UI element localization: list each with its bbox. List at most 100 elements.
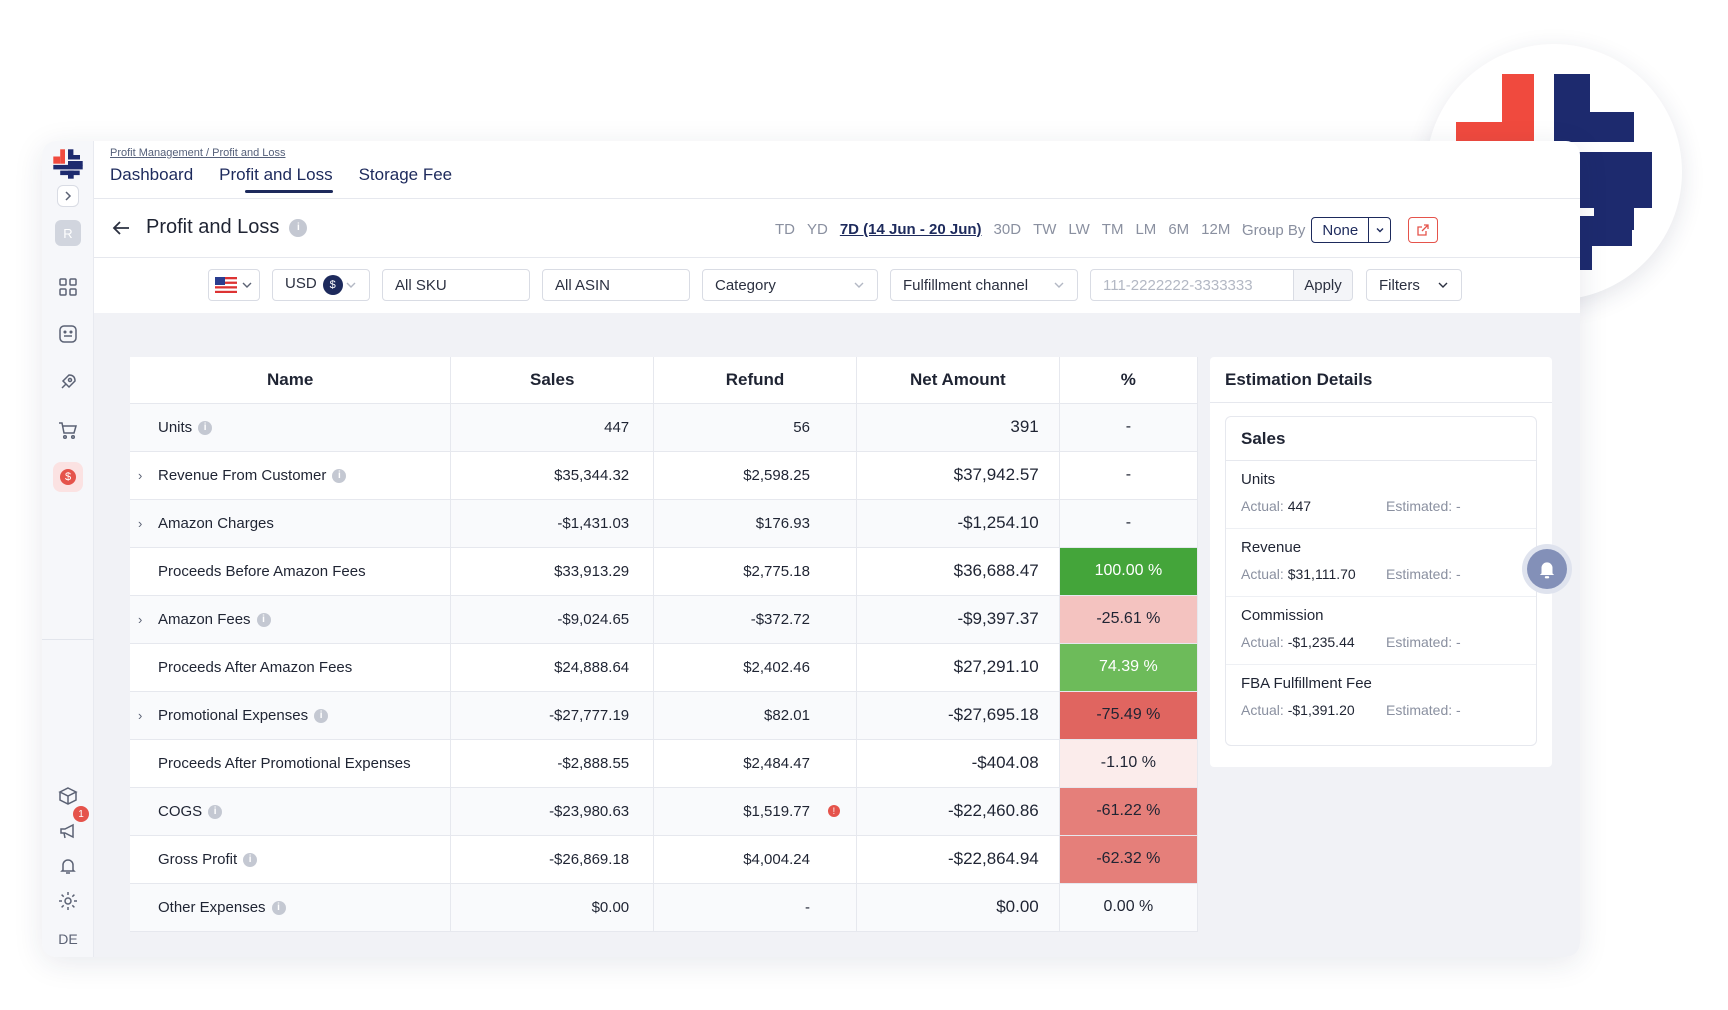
sidebar: R $ 1 DE [42,141,94,957]
rocket-icon[interactable] [53,367,83,397]
refund-value: 56 [793,418,810,436]
info-icon[interactable]: i [314,708,329,723]
bell-icon[interactable] [53,851,83,881]
order-id-input[interactable]: 111-2222222-3333333 [1090,269,1294,301]
dollar-icon[interactable]: $ [53,462,83,492]
row-label: Units [158,418,193,436]
category-value: Category [715,276,776,294]
period-lm[interactable]: LM [1135,221,1156,238]
info-icon[interactable]: i [198,420,213,435]
sales-cell: -$2,888.55 [450,739,655,788]
table-row[interactable]: › Promotional Expenses i -$27,777.19 $82.01 -… [130,691,1199,740]
tab-storage-fee[interactable]: Storage Fee [359,165,453,193]
currency-select[interactable]: USD $ [272,269,370,301]
info-icon[interactable]: i [208,804,223,819]
marketplace-select[interactable] [208,269,260,301]
filters-button[interactable]: Filters [1366,269,1462,301]
account-initials[interactable]: DE [53,924,83,954]
actual-value: Actual: -$1,235.44 [1241,634,1386,650]
info-icon[interactable]: i [332,468,347,483]
sales-cell: $24,888.64 [450,643,655,692]
currency-coin-icon: $ [322,275,343,295]
megaphone-icon[interactable]: 1 [53,806,89,846]
chevron-right-icon[interactable]: › [138,708,152,723]
actual-label: Actual: [1241,702,1284,718]
sku-filter[interactable]: All SKU [382,269,530,301]
fulfillment-channel-select[interactable]: Fulfillment channel [890,269,1078,301]
net-amount-cell: -$404.08 [856,739,1060,788]
actual-label: Actual: [1241,498,1284,514]
floating-bell-icon[interactable] [1527,549,1567,589]
table-body: Units i 447 56 391- › Revenue From Customer i $3… [130,403,1199,932]
header-divider [94,198,1580,199]
estimation-item: Commission Actual: -$1,235.44 Estimated: - [1226,597,1536,665]
period-12m[interactable]: 12M [1201,221,1230,238]
tab-bar: Dashboard Profit and Loss Storage Fee [110,165,452,193]
row-label: Proceeds Before Amazon Fees [158,562,366,580]
percent-cell: - [1059,499,1199,548]
table-row[interactable]: › Revenue From Customer i $35,344.32 $2,598.… [130,451,1199,500]
estimation-title: Estimation Details [1210,357,1552,403]
period-td[interactable]: TD [775,221,795,238]
info-icon[interactable]: i [289,218,308,237]
percent-cell: - [1059,451,1199,500]
chevron-right-icon[interactable]: › [138,468,152,483]
estimation-item-label: Units [1241,471,1276,488]
tab-dashboard[interactable]: Dashboard [110,165,193,193]
period-tw[interactable]: TW [1033,221,1056,238]
period-30d[interactable]: 30D [994,221,1022,238]
row-label: Proceeds After Amazon Fees [158,658,353,676]
asin-filter[interactable]: All ASIN [542,269,690,301]
table-row[interactable]: › Amazon Fees i -$9,024.65 -$372.72 -$9,397.3… [130,595,1199,644]
period-lw[interactable]: LW [1068,221,1089,238]
row-name-cell: › Amazon Fees i [130,595,452,644]
apply-button[interactable]: Apply [1293,269,1353,301]
info-icon[interactable]: i [243,852,258,867]
actual-amount: 447 [1287,498,1312,514]
tab-profit-and-loss[interactable]: Profit and Loss [219,165,333,193]
estimated-label: Estimated: [1386,498,1453,514]
user-icon[interactable]: R [55,220,81,246]
estimated-value: Estimated: - [1386,634,1461,650]
refund-cell: $4,004.24 [653,835,857,884]
chevron-right-icon[interactable] [57,185,79,207]
info-icon[interactable]: i [256,612,271,627]
table-row: Units i 447 56 391- [130,403,1199,452]
refund-cell: -$372.72 [653,595,857,644]
column-header-sales: Sales [450,357,655,404]
breadcrumb[interactable]: Profit Management / Profit and Loss [110,147,285,159]
group-by-value: None [1322,221,1359,239]
net-amount-cell: -$27,695.18 [856,691,1060,740]
group-by-select[interactable]: None [1311,217,1392,243]
sidebar-logo-icon[interactable] [53,149,83,179]
period-tm[interactable]: TM [1102,221,1124,238]
percent-cell: -62.32 % [1059,835,1199,884]
warning-icon[interactable]: ! [827,805,840,817]
export-button[interactable] [1408,217,1438,243]
period-6m[interactable]: 6M [1168,221,1189,238]
estimation-item: Units Actual: 447 Estimated: - [1226,461,1536,529]
percent-cell: 74.39 % [1059,643,1199,692]
filters-label: Filters [1379,276,1420,294]
row-name-cell: Proceeds After Amazon Fees [130,643,452,692]
net-amount-cell: -$22,864.94 [856,835,1060,884]
grid-icon[interactable] [53,272,83,302]
back-arrow-icon[interactable] [110,217,132,239]
chevron-right-icon[interactable]: › [138,612,152,627]
table-row[interactable]: › Amazon Charges -$1,431.03 $176.93 -$1,254.… [130,499,1199,548]
chevron-down-icon [242,282,252,288]
gear-icon[interactable] [53,886,83,916]
chat-icon[interactable] [53,319,83,349]
period-yd[interactable]: YD [807,221,828,238]
row-name-cell: Other Expenses i [130,883,452,932]
category-select[interactable]: Category [702,269,878,301]
period-7d[interactable]: 7D (14 Jun - 20 Jun) [840,221,982,238]
chevron-right-icon[interactable]: › [138,516,152,531]
row-name-cell: Units i [130,403,452,452]
table-row: Proceeds Before Amazon Fees $33,913.29 $2,… [130,547,1199,596]
estimated-value: Estimated: - [1386,702,1461,718]
actual-label: Actual: [1241,566,1284,582]
row-name-cell: Gross Profit i [130,835,452,884]
info-icon[interactable]: i [271,900,286,915]
cart-icon[interactable] [53,415,83,445]
